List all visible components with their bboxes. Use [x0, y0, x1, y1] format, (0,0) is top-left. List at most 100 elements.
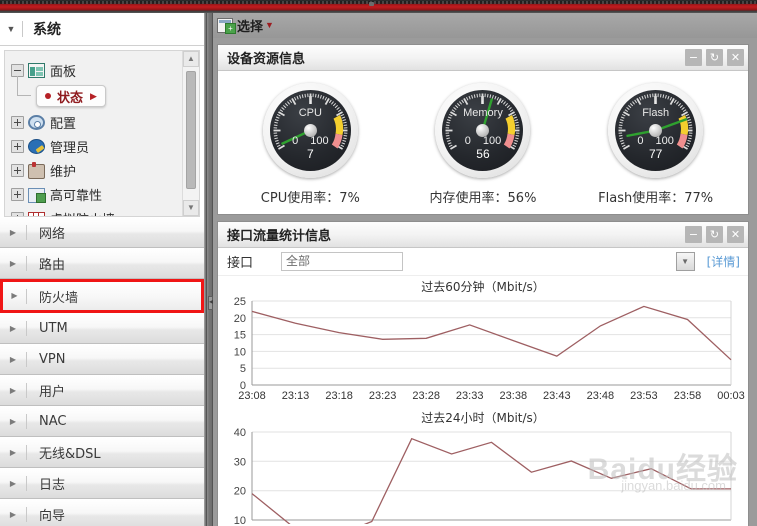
chart-24h: 10 20 30 40 Baidu经验 jingyan.baidu.com	[218, 426, 748, 524]
refresh-button[interactable]: ↻	[706, 226, 723, 243]
svg-text:23:23: 23:23	[369, 390, 397, 402]
sidebar-item-label: 防火墙	[39, 290, 79, 306]
tree-expander-plus-icon[interactable]	[11, 115, 24, 129]
detail-link[interactable]: [详情]	[707, 253, 740, 270]
sidebar-item-wireless-dsl[interactable]: ▶ 无线&DSL	[0, 437, 204, 468]
interface-select-value[interactable]: 全部	[281, 252, 403, 271]
gauge-cell-cpu: CPU 0 100 7 CPU使用率：7%	[225, 83, 396, 206]
tree-item-label: 管理员	[50, 140, 90, 156]
sidebar-item-label: UTM	[39, 321, 68, 336]
sidebar-item-wizard[interactable]: ▶ 向导	[0, 499, 204, 526]
chevron-right-icon: ▶	[9, 258, 17, 268]
chevron-right-icon: ▶	[9, 416, 17, 426]
flash-usage-caption: Flash使用率：77%	[598, 191, 714, 206]
item-divider	[26, 414, 27, 429]
sidebar-item-network[interactable]: ▶ 网络	[0, 217, 204, 248]
scrollbar-thumb[interactable]	[186, 71, 196, 189]
gauge-cell-flash: Flash 0 100 77 Flash使用率：77%	[570, 83, 741, 206]
application-window: ▼ 系统 面板 状态 ▶ 配置 管理员 维护 高可靠性 ▲ ▼ ▶ 网络 ▶ 路…	[0, 0, 757, 526]
tree-item-label: 面板	[50, 64, 77, 80]
item-divider	[26, 507, 27, 522]
sidebar-item-user[interactable]: ▶ 用户	[0, 375, 204, 406]
panel-splitter[interactable]	[206, 13, 213, 526]
sidebar-item-log[interactable]: ▶ 日志	[0, 468, 204, 499]
svg-text:23:58: 23:58	[674, 390, 702, 402]
select-widget-button[interactable]: 选择	[237, 16, 263, 35]
svg-text:25: 25	[234, 296, 246, 308]
tree-item-virtual-firewall[interactable]: 虚拟防火墙	[11, 206, 182, 217]
content-area: 选择 ▼ 设备资源信息 − ↻ ✕	[213, 13, 757, 526]
sidebar-item-utm[interactable]: ▶ UTM	[0, 313, 204, 344]
tree-item-high-availability[interactable]: 高可靠性	[11, 182, 182, 206]
chevron-right-icon: ▶	[11, 291, 18, 300]
svg-text:20: 20	[234, 486, 246, 498]
chevron-right-icon: ▶	[9, 227, 17, 237]
cpu-usage-caption: CPU使用率：7%	[260, 191, 360, 206]
sidebar-item-label: 网络	[39, 227, 66, 242]
svg-text:20: 20	[234, 313, 246, 325]
nav-header-divider	[22, 21, 23, 37]
top-strip-nub	[369, 2, 374, 6]
refresh-button[interactable]: ↻	[706, 49, 723, 66]
svg-text:23:33: 23:33	[456, 390, 484, 402]
sidebar-item-nac[interactable]: ▶ NAC	[0, 406, 204, 437]
tree-item-label: 虚拟防火墙	[50, 209, 115, 217]
system-tree: 面板 状态 ▶ 配置 管理员 维护 高可靠性 ▲ ▼	[4, 50, 200, 217]
tree-item-maintenance[interactable]: 维护	[11, 158, 182, 182]
gauge-max: 100	[310, 135, 329, 147]
chevron-right-icon: ▶	[9, 447, 17, 457]
gauge-value: 77	[648, 147, 663, 161]
item-divider	[26, 352, 27, 367]
item-divider	[26, 383, 27, 398]
interface-select[interactable]: 全部 ▼	[281, 252, 695, 271]
gear-icon	[28, 115, 45, 130]
tree-expander-plus-icon[interactable]	[11, 187, 24, 201]
svg-text:10: 10	[234, 346, 246, 358]
tree-item-panel[interactable]: 面板	[11, 58, 182, 82]
tree-item-label: 配置	[50, 116, 77, 132]
chevron-down-icon[interactable]: ▼	[675, 252, 695, 271]
gauge-cell-memory: Memory 0 100 56 内存使用率：56%	[398, 83, 569, 206]
svg-text:5: 5	[240, 363, 246, 375]
sidebar-item-label: VPN	[39, 352, 66, 367]
chart-60min: 0 5 10 15 20 25 23:08 23:13 23:18 23:23 23:28 23:33…	[218, 295, 748, 407]
red-dot-icon	[45, 93, 51, 99]
chevron-right-icon: ▶	[9, 509, 17, 519]
item-divider	[26, 288, 27, 304]
flash-gauge: Flash 0 100 77	[608, 83, 704, 178]
tree-expander-plus-icon[interactable]	[11, 163, 24, 177]
tree-item-configuration[interactable]: 配置	[11, 110, 182, 134]
tree-expander-plus-icon[interactable]	[11, 139, 24, 153]
item-divider	[26, 321, 27, 336]
panel-header: 设备资源信息 − ↻ ✕	[218, 45, 748, 71]
gauge-min: 0	[637, 135, 644, 147]
tree-expander-minus-icon[interactable]	[11, 63, 24, 77]
tree-item-administrator[interactable]: 管理员	[11, 134, 182, 158]
scroll-up-icon[interactable]: ▲	[183, 51, 199, 67]
chart-area: 过去60分钟（Mbit/s） 0 5 10 15 20 25 23:08 23:13 23:18…	[218, 276, 748, 526]
panel-title: 设备资源信息	[227, 52, 306, 67]
minimize-button[interactable]: −	[685, 49, 702, 66]
memory-usage-caption: 内存使用率：56%	[429, 191, 537, 206]
gauge-label: Flash	[642, 107, 670, 119]
close-button[interactable]: ✕	[727, 49, 744, 66]
sidebar-item-firewall[interactable]: ▶ 防火墙	[0, 279, 204, 313]
interface-traffic-panel: 接口流量统计信息 − ↻ ✕ 接口 全部 ▼ [详情] 过去60分钟（Mbit/…	[217, 221, 749, 526]
chevron-down-icon[interactable]: ▼	[0, 24, 22, 34]
chevron-right-icon: ▶	[9, 385, 17, 395]
svg-text:23:38: 23:38	[500, 390, 528, 402]
tree-item-status[interactable]: 状态 ▶	[36, 85, 106, 107]
close-button[interactable]: ✕	[727, 226, 744, 243]
tree-item-label: 维护	[50, 164, 77, 180]
minimize-button[interactable]: −	[685, 226, 702, 243]
sidebar-item-routing[interactable]: ▶ 路由	[0, 248, 204, 279]
left-navigation-panel: ▼ 系统 面板 状态 ▶ 配置 管理员 维护 高可靠性 ▲ ▼ ▶ 网络 ▶ 路…	[0, 13, 205, 526]
chevron-down-icon[interactable]: ▼	[265, 21, 274, 30]
gauge-min: 0	[464, 135, 471, 147]
tree-scrollbar[interactable]: ▲ ▼	[182, 51, 199, 216]
sidebar-item-vpn[interactable]: ▶ VPN	[0, 344, 204, 375]
chart-title-24h: 过去24小时（Mbit/s）	[421, 411, 545, 425]
scroll-down-icon[interactable]: ▼	[183, 200, 199, 216]
device-resource-panel: 设备资源信息 − ↻ ✕ CPU 0 100 7 CPU使用率：7% Memor…	[217, 44, 749, 215]
svg-text:40: 40	[234, 427, 246, 439]
